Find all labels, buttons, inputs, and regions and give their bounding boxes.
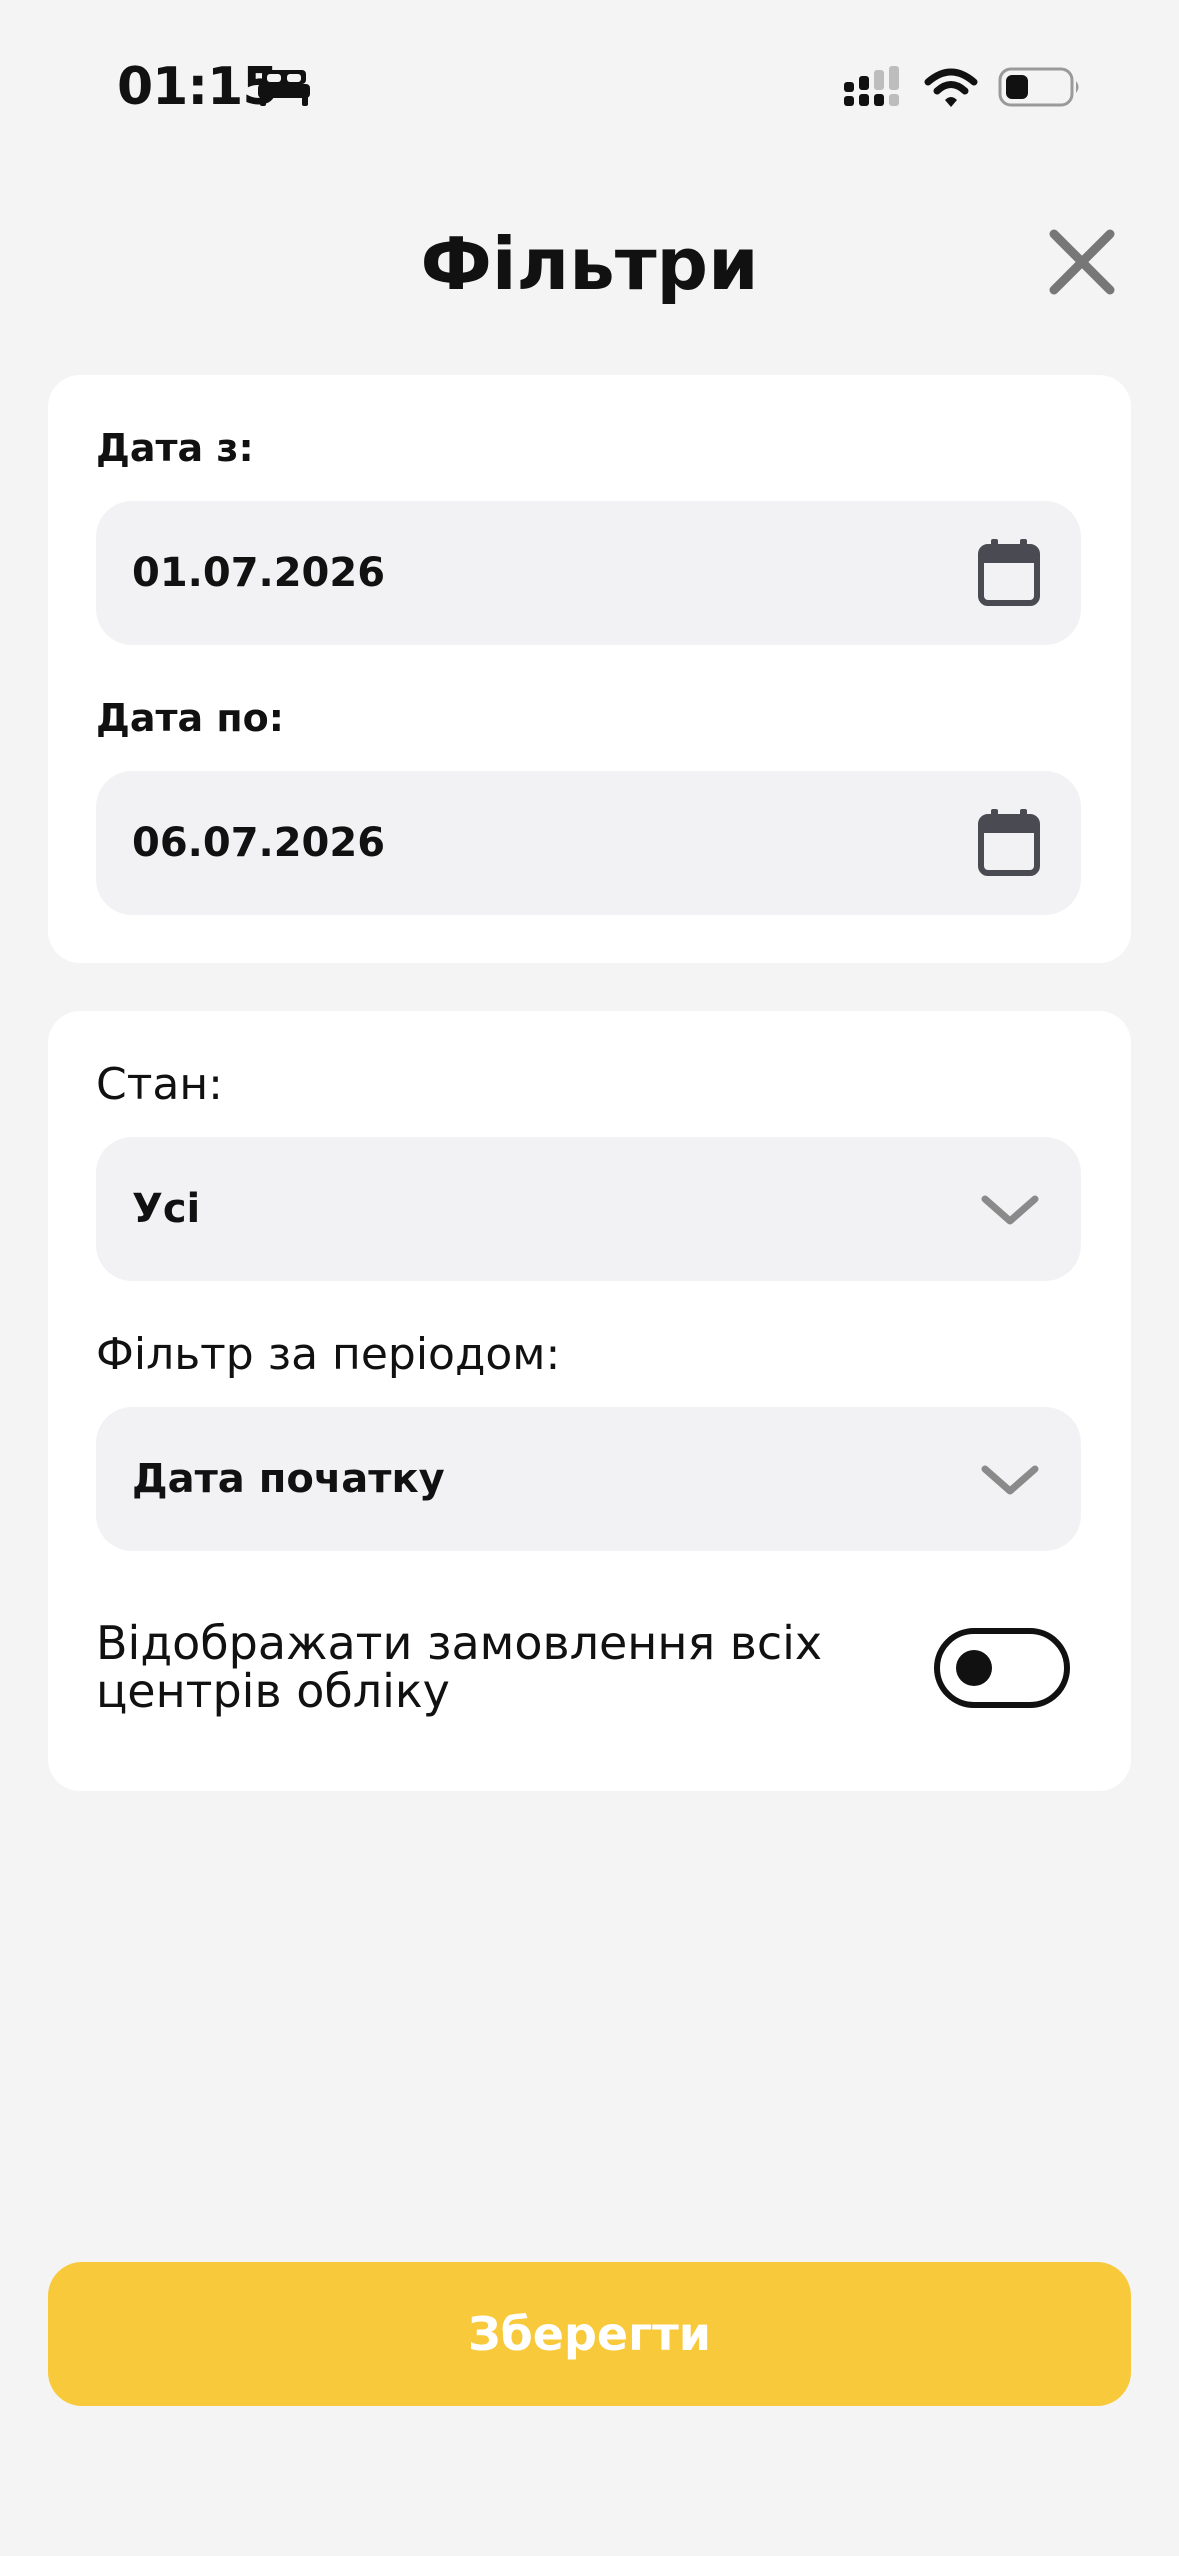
period-label: Фільтр за періодом: <box>96 1329 561 1380</box>
close-button[interactable] <box>1046 226 1118 298</box>
toggle-knob <box>956 1650 992 1686</box>
calendar-icon <box>978 539 1040 606</box>
dates-card: Дата з: 01.07.2026 Дата по: 06.07.2026 <box>48 375 1131 963</box>
state-value: Усі <box>132 1186 201 1232</box>
signal-icon <box>844 66 899 106</box>
page-title: Фільтри <box>420 222 759 306</box>
date-to-field[interactable]: 06.07.2026 <box>96 771 1081 915</box>
status-bar: 01:15 <box>0 0 1179 150</box>
status-time: 01:15 <box>117 57 279 117</box>
date-from-field[interactable]: 01.07.2026 <box>96 501 1081 645</box>
date-to-label: Дата по: <box>96 696 284 740</box>
date-from-value: 01.07.2026 <box>132 550 386 596</box>
chevron-down-icon <box>981 1195 1039 1225</box>
period-select[interactable]: Дата початку <box>96 1407 1081 1551</box>
date-to-value: 06.07.2026 <box>132 820 386 866</box>
state-label: Стан: <box>96 1059 223 1110</box>
wifi-icon <box>924 68 978 107</box>
filters-card: Стан: Усі Фільтр за періодом: Дата почат… <box>48 1011 1131 1791</box>
date-from-label: Дата з: <box>96 426 254 470</box>
close-icon <box>1049 229 1115 295</box>
battery-icon <box>998 67 1079 107</box>
calendar-icon <box>978 809 1040 876</box>
chevron-down-icon <box>981 1465 1039 1495</box>
save-button[interactable]: Зберегти <box>48 2262 1131 2406</box>
bed-icon <box>258 70 310 106</box>
all-centers-label: Відображати замовлення всіх центрів облі… <box>96 1616 823 1718</box>
all-centers-toggle[interactable] <box>934 1628 1070 1708</box>
period-value: Дата початку <box>132 1456 445 1502</box>
state-select[interactable]: Усі <box>96 1137 1081 1281</box>
